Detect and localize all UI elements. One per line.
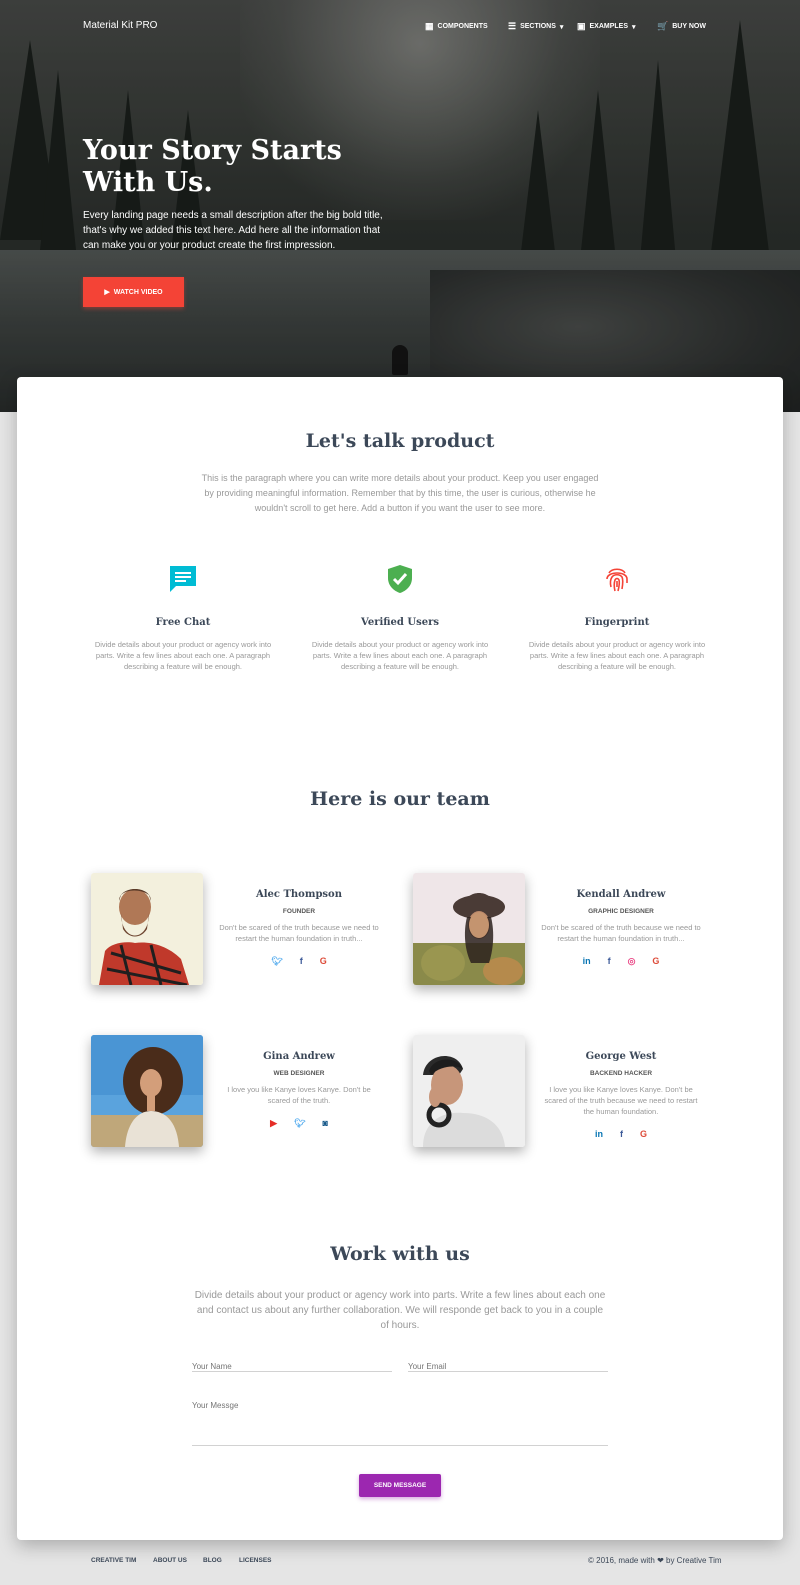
member-role: Web Designer [273,1070,325,1077]
facebook-icon[interactable]: f [608,956,611,967]
name-input[interactable] [192,1362,392,1371]
brand-logo[interactable]: Material Kit PRO [83,20,157,31]
twitter-icon[interactable]: 🐦︎ [271,956,282,967]
member-socials: in f G [541,1129,701,1139]
feature-free-chat: Free Chat Divide details about your prod… [83,563,283,672]
navbar: Material Kit PRO ▦ Components ☰ Sections… [0,0,800,56]
hero-title: Your Story Starts With Us. [83,135,342,198]
member-photo [413,873,525,985]
chevron-down-icon: ▾ [559,23,564,31]
facebook-icon[interactable]: f [300,956,303,967]
product-title: Let's talk product [305,430,495,452]
linkedin-icon[interactable]: in [583,956,591,967]
team-member-card: Alec Thompson Founder Don't be scared of… [91,873,391,993]
dribbble-icon[interactable]: ◎ [628,956,636,967]
nav-sections-label: Sections [520,23,556,30]
nav-components[interactable]: ▦ Components [425,21,488,32]
member-info: George West Backend Hacker I love you li… [541,1051,701,1139]
google-icon[interactable]: G [640,1129,647,1139]
name-field[interactable] [192,1356,392,1372]
member-name: Kendall Andrew [576,889,666,900]
member-photo [413,1035,525,1147]
email-input[interactable] [408,1362,608,1371]
chat-icon [167,563,199,595]
watch-video-button[interactable]: ▶ Watch video [83,277,184,307]
member-role: Backend Hacker [589,1070,653,1077]
team-member-card: George West Backend Hacker I love you li… [413,1035,713,1155]
member-bio: Don't be scared of the truth because we … [219,923,379,943]
nav-examples-label: Examples [589,23,629,30]
footer-link-about-us[interactable]: About Us [153,1557,187,1564]
member-socials: 🐦︎ f G [219,956,379,967]
member-socials: ▶ 🐦︎ ◙ [219,1118,379,1129]
member-info: Kendall Andrew Graphic Designer Don't be… [541,889,701,967]
member-photo [91,873,203,985]
nav-buy-now-label: Buy Now [672,23,706,30]
linkedin-icon[interactable]: in [595,1129,603,1139]
grid-icon: ▦ [425,21,434,31]
contact-title: Work with us [330,1243,470,1265]
message-field[interactable] [192,1401,608,1446]
product-description: This is the paragraph where you can writ… [201,473,599,513]
view-day-icon: ☰ [508,21,517,31]
feature-text: Divide details about your product or age… [311,640,489,671]
member-info: Alec Thompson Founder Don't be scared of… [219,889,379,967]
member-bio: I love you like Kanye loves Kanye. Don't… [544,1085,698,1116]
google-icon[interactable]: G [320,956,327,967]
email-field[interactable] [408,1356,608,1372]
nav-buy-now[interactable]: 🛒 Buy Now [657,21,706,32]
chevron-down-icon: ▾ [632,23,636,31]
twitter-icon[interactable]: 🐦︎ [294,1118,305,1129]
heart-icon: ❤ [657,1556,664,1565]
member-info: Gina Andrew Web Designer I love you like… [219,1051,379,1129]
feature-title: Free Chat [155,617,211,628]
feature-text: Divide details about your product or age… [528,640,706,671]
member-socials: in f ◎ G [541,956,701,967]
nav-sections[interactable]: ☰ Sections ▾ [508,21,563,32]
hero-section: Material Kit PRO ▦ Components ☰ Sections… [0,0,800,412]
fingerprint-icon [601,563,633,595]
footer-link-licenses[interactable]: Licenses [239,1557,272,1564]
feature-title: Verified Users [361,617,439,628]
message-input[interactable] [192,1401,608,1428]
member-name: George West [585,1051,657,1062]
team-member-card: Kendall Andrew Graphic Designer Don't be… [413,873,713,993]
member-name: Alec Thompson [255,889,342,900]
facebook-icon[interactable]: f [620,1129,623,1139]
youtube-icon[interactable]: ▶ [270,1118,277,1129]
footer-link-creative-tim[interactable]: Creative Tim [91,1557,136,1564]
member-bio: Don't be scared of the truth because we … [541,923,701,943]
play-icon: ▶ [104,289,110,296]
team-title: Here is our team [310,788,490,810]
hero-description: Every landing page needs a small descrip… [83,210,383,251]
footer-link-blog[interactable]: Blog [203,1557,222,1564]
copyright-suffix: by Creative Tim [666,1556,722,1565]
feature-title: Fingerprint [584,617,650,628]
google-icon[interactable]: G [652,956,659,967]
member-name: Gina Andrew [263,1051,335,1062]
verified-shield-icon [384,563,416,595]
watch-video-label: Watch video [113,288,163,296]
cart-icon: 🛒 [657,21,669,31]
member-bio: I love you like Kanye loves Kanye. Don't… [227,1085,371,1105]
camera-icon: ▣ [577,21,586,31]
feature-fingerprint: Fingerprint Divide details about your pr… [517,563,717,672]
copyright: © 2016, made with ❤ by Creative Tim [588,1556,722,1565]
nav-components-label: Components [437,23,488,30]
member-photo [91,1035,203,1147]
nav-examples[interactable]: ▣ Examples ▾ [577,21,636,32]
main-card: Let's talk product This is the paragraph… [17,377,783,1540]
feature-text: Divide details about your product or age… [94,640,272,671]
contact-description: Divide details about your product or age… [194,1290,606,1331]
feature-verified-users: Verified Users Divide details about your… [300,563,500,672]
footer: Creative Tim About Us Blog Licenses © 20… [0,1545,800,1585]
hero-overlay [0,0,800,412]
copyright-prefix: © 2016, made with [588,1556,655,1565]
instagram-icon[interactable]: ◙ [322,1118,327,1129]
send-message-button[interactable]: Send Message [359,1474,441,1497]
member-role: Founder [282,908,316,915]
team-member-card: Gina Andrew Web Designer I love you like… [91,1035,391,1155]
member-role: Graphic Designer [588,908,654,915]
